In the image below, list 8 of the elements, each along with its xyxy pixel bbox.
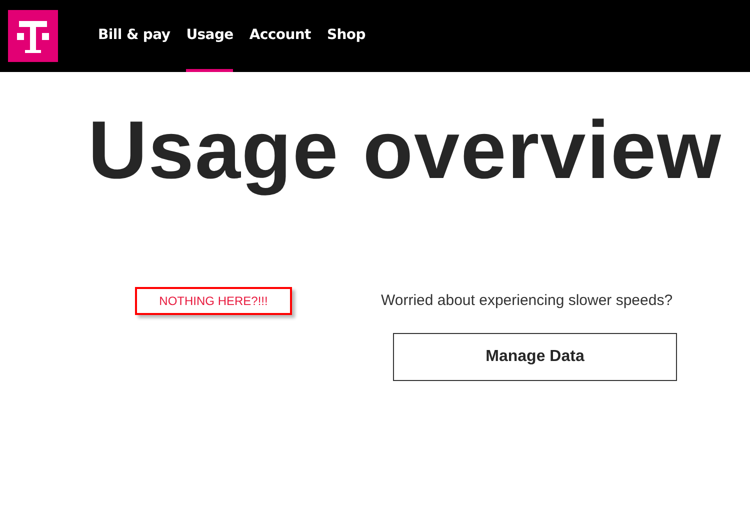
nav-tab[interactable]: Account (249, 0, 311, 72)
nav-tab[interactable]: Shop (326, 0, 366, 72)
nav-tab[interactable]: Usage (186, 0, 234, 72)
manage-data-button[interactable]: Manage Data (393, 333, 677, 381)
nav-tab[interactable]: Bill & pay (98, 0, 170, 72)
prompt-text: Worried about experiencing slower speeds? (381, 292, 673, 309)
annotation-callout: NOTHING HERE?!!! (135, 287, 292, 315)
logo-icon[interactable] (8, 10, 58, 62)
